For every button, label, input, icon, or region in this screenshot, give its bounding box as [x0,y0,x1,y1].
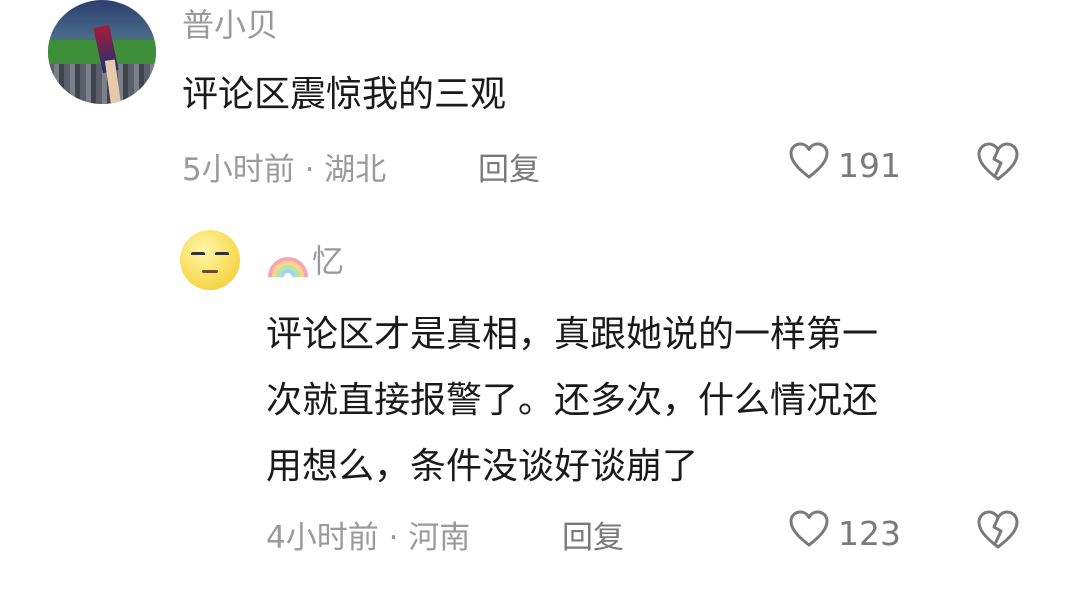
avatar-mouth [202,270,218,273]
avatar[interactable] [180,230,240,290]
reply-username: 忆 [312,242,345,280]
avatar-eye-right [215,252,229,260]
reply-button[interactable]: 回复 [562,512,624,557]
comment-time-location: 5小时前 · 湖北 [182,152,387,188]
dislike-button[interactable] [976,142,1020,186]
like-count: 191 [838,145,901,185]
reply-time-location: 4小时前 · 河南 [266,520,471,556]
dislike-button[interactable] [976,510,1020,554]
avatar[interactable] [48,0,156,104]
like-button[interactable]: 191 [788,142,901,188]
like-count: 123 [838,513,901,553]
heart-outline-icon [788,142,830,188]
rainbow-icon [266,239,310,287]
reply-button[interactable]: 回复 [478,144,540,189]
reply-text-line: 评论区才是真相，真跟她说的一样第一 [266,314,879,355]
reply-username-row[interactable]: 忆 [266,236,344,287]
reply-text-line: 次就直接报警了。还多次，什么情况还 [266,380,879,421]
heart-outline-icon [788,510,830,556]
like-button[interactable]: 123 [788,510,901,556]
comment-text: 评论区震惊我的三观 [182,74,507,115]
broken-heart-icon [976,142,1020,186]
comment-username[interactable]: 普小贝 [182,0,278,46]
broken-heart-icon [976,510,1020,554]
avatar-eye-left [191,252,205,260]
reply-text-line: 用想么，条件没谈好谈崩了 [266,446,699,487]
